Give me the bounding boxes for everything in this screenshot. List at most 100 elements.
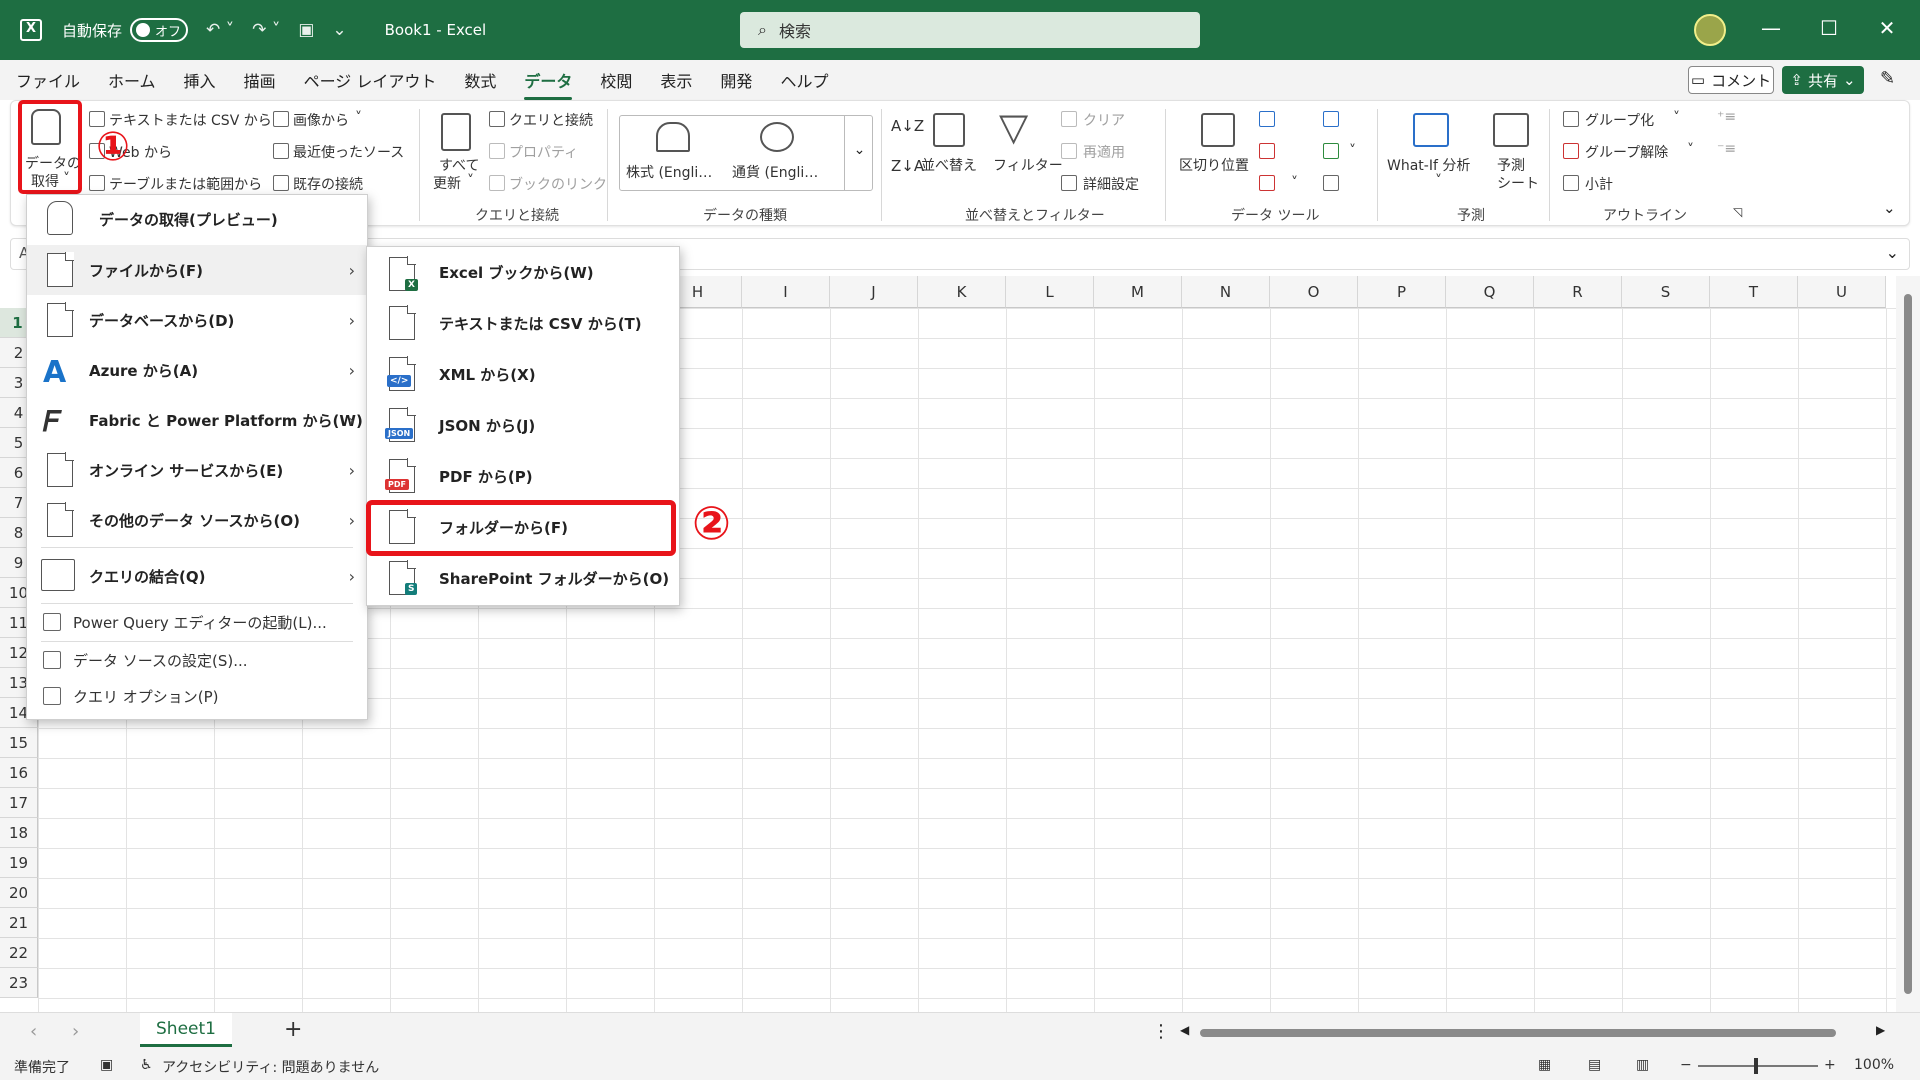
zoom-slider[interactable]	[1698, 1065, 1818, 1067]
ungroup-button[interactable]: グループ解除	[1585, 142, 1668, 162]
horizontal-scrollbar[interactable]: ◀ ▶	[1176, 1023, 1892, 1039]
zoom-in-icon[interactable]: +	[1824, 1057, 1836, 1073]
undo-icon[interactable]: ↶ ˅	[206, 20, 234, 40]
column-header[interactable]: K	[918, 276, 1006, 308]
relationships-icon[interactable]	[1323, 143, 1339, 159]
scroll-left-icon[interactable]: ◀	[1180, 1023, 1189, 1037]
menu-item-from-file[interactable]: ファイルから(F) ›	[27, 245, 367, 295]
column-header[interactable]: T	[1710, 276, 1798, 308]
macro-record-icon[interactable]: ▣	[100, 1057, 113, 1073]
tab-page-layout[interactable]: ページ レイアウト	[304, 62, 437, 98]
stocks-button[interactable]: 株式 (Engli…	[626, 162, 712, 182]
scroll-right-icon[interactable]: ▶	[1876, 1023, 1885, 1037]
row-header[interactable]: 16	[0, 758, 38, 788]
autosave-toggle[interactable]: オフ	[130, 18, 189, 42]
from-table-range-button[interactable]: テーブルまたは範囲から	[109, 174, 262, 194]
forecast-sheet-line1[interactable]: 予測	[1497, 155, 1525, 175]
menu-item-query-options[interactable]: クエリ オプション(P)	[27, 681, 367, 711]
currencies-button[interactable]: 通貨 (Engli…	[732, 162, 818, 182]
show-detail-icon[interactable]: ⁺≡	[1717, 109, 1736, 125]
text-to-columns-button[interactable]: 区切り位置	[1179, 155, 1249, 175]
refresh-all-line2[interactable]: 更新	[433, 173, 461, 193]
flash-fill-icon[interactable]	[1259, 111, 1275, 127]
from-text-csv-button[interactable]: テキストまたは CSV から	[109, 110, 272, 130]
remove-duplicates-icon[interactable]	[1259, 143, 1275, 159]
close-icon[interactable]: ✕	[1872, 16, 1902, 40]
submenu-item-excel[interactable]: X Excel ブックから(W)	[367, 247, 679, 297]
zoom-slider-handle[interactable]	[1754, 1058, 1758, 1074]
column-header[interactable]: I	[742, 276, 830, 308]
chevron-left-icon[interactable]: ‹	[30, 1021, 37, 1042]
hide-detail-icon[interactable]: ⁻≡	[1717, 141, 1736, 157]
camera-icon[interactable]: ▣	[298, 20, 314, 40]
what-if-button[interactable]: What-If 分析	[1387, 155, 1470, 175]
consolidate-icon[interactable]	[1323, 111, 1339, 127]
gallery-more-button[interactable]: ⌄	[844, 116, 874, 190]
redo-icon[interactable]: ↷ ˅	[252, 20, 280, 40]
accessibility-status[interactable]: アクセシビリティ: 問題ありません	[162, 1057, 379, 1077]
refresh-all-line1[interactable]: すべて	[439, 155, 479, 175]
menu-item-from-fabric[interactable]: 𝐹 Fabric と Power Platform から(W) ›	[27, 395, 367, 445]
submenu-item-sharepoint[interactable]: S SharePoint フォルダーから(O)	[367, 553, 679, 603]
zoom-level[interactable]: 100%	[1854, 1057, 1894, 1073]
tab-review[interactable]: 校閲	[600, 62, 632, 98]
properties-button[interactable]: プロパティ	[509, 142, 578, 162]
queries-connections-button[interactable]: クエリと接続	[509, 110, 593, 130]
filter-button[interactable]: フィルター	[993, 155, 1063, 175]
add-sheet-icon[interactable]: +	[284, 1017, 302, 1042]
zoom-out-icon[interactable]: −	[1680, 1057, 1692, 1073]
column-header[interactable]: L	[1006, 276, 1094, 308]
advanced-filter-button[interactable]: 詳細設定	[1083, 174, 1139, 194]
dialog-launcher-icon[interactable]: ◹	[1733, 205, 1742, 219]
column-header[interactable]: U	[1798, 276, 1886, 308]
column-header[interactable]: P	[1358, 276, 1446, 308]
recent-sources-button[interactable]: 最近使ったソース	[293, 142, 404, 162]
more-options-icon[interactable]: ⋮	[1152, 1021, 1170, 1042]
group-button[interactable]: グループ化	[1585, 110, 1654, 130]
menu-item-data-source-settings[interactable]: データ ソースの設定(S)...	[27, 645, 367, 675]
tab-help[interactable]: ヘルプ	[780, 62, 828, 98]
menu-item-power-query-editor[interactable]: Power Query エディターの起動(L)...	[27, 607, 367, 637]
comment-button[interactable]: ▭ コメント	[1688, 66, 1774, 94]
tab-insert[interactable]: 挿入	[184, 62, 216, 98]
tab-file[interactable]: ファイル	[16, 62, 80, 98]
column-header[interactable]: R	[1534, 276, 1622, 308]
minimize-icon[interactable]: —	[1756, 16, 1786, 40]
submenu-item-xml[interactable]: </> XML から(X)	[367, 349, 679, 399]
menu-item-from-azure[interactable]: A Azure から(A) ›	[27, 345, 367, 395]
page-break-view-icon[interactable]: ▥	[1636, 1057, 1649, 1073]
clear-button[interactable]: クリア	[1083, 110, 1125, 130]
tab-formulas[interactable]: 数式	[464, 62, 496, 98]
manage-data-model-icon[interactable]	[1323, 175, 1339, 191]
subtotal-button[interactable]: 小計	[1585, 174, 1613, 194]
row-header[interactable]: 20	[0, 878, 38, 908]
pen-icon[interactable]: ✎	[1880, 68, 1895, 89]
column-header[interactable]: Q	[1446, 276, 1534, 308]
vertical-scrollbar[interactable]	[1896, 276, 1920, 1012]
share-button[interactable]: ⇪ 共有 ⌄	[1782, 66, 1864, 94]
column-header[interactable]: J	[830, 276, 918, 308]
search-box[interactable]: ⌕ 検索	[740, 12, 1200, 48]
submenu-item-json[interactable]: JSON JSON から(J)	[367, 400, 679, 450]
page-layout-view-icon[interactable]: ▤	[1588, 1057, 1601, 1073]
tab-draw[interactable]: 描画	[244, 62, 276, 98]
menu-item-from-online[interactable]: オンライン サービスから(E) ›	[27, 445, 367, 495]
avatar[interactable]	[1694, 14, 1726, 46]
row-header[interactable]: 18	[0, 818, 38, 848]
customize-qat-icon[interactable]: ⌄	[332, 20, 346, 40]
sheet-tab-sheet1[interactable]: Sheet1	[140, 1013, 232, 1047]
tab-home[interactable]: ホーム	[108, 62, 156, 98]
row-header[interactable]: 23	[0, 968, 38, 998]
submenu-item-text-csv[interactable]: テキストまたは CSV から(T)	[367, 298, 679, 348]
submenu-item-pdf[interactable]: PDF PDF から(P)	[367, 451, 679, 501]
row-header[interactable]: 21	[0, 908, 38, 938]
column-header[interactable]: N	[1182, 276, 1270, 308]
sort-descending-icon[interactable]: Z↓A	[891, 157, 924, 175]
row-header[interactable]: 19	[0, 848, 38, 878]
workbook-links-button[interactable]: ブックのリンク	[509, 174, 607, 194]
menu-item-from-other[interactable]: その他のデータ ソースから(O) ›	[27, 495, 367, 545]
accessibility-icon[interactable]: ♿	[140, 1057, 153, 1073]
menu-item-combine-queries[interactable]: クエリの結合(Q) ›	[27, 551, 367, 601]
sort-button[interactable]: 並べ替え	[921, 155, 977, 175]
scrollbar-thumb[interactable]	[1904, 294, 1912, 994]
